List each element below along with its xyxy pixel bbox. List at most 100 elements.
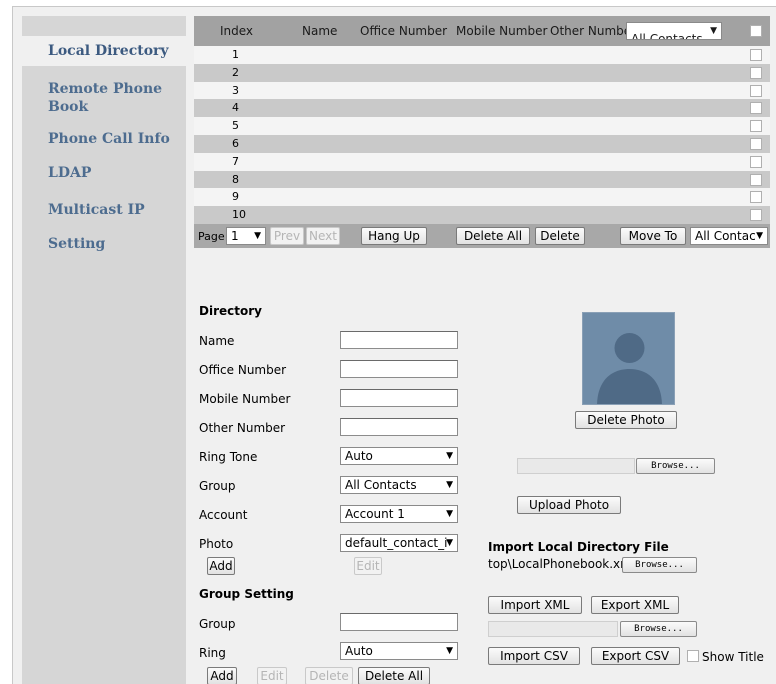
csv-browse-button[interactable]: Browse... (620, 621, 697, 637)
office-number-label: Office Number (199, 363, 287, 377)
photo-browse-button[interactable]: Browse... (636, 458, 715, 474)
page-select[interactable]: 1 ▼ (226, 226, 266, 245)
column-other-number: Other Number (550, 24, 637, 38)
other-number-label: Other Number (199, 421, 286, 435)
photo-select[interactable]: default_contact_i ▼ (340, 534, 458, 552)
export-csv-button[interactable]: Export CSV (591, 647, 680, 665)
account-label: Account (199, 508, 248, 522)
page-select-value: 1 (231, 228, 239, 243)
import-browse-button[interactable]: Browse... (622, 557, 697, 573)
pager-bar: Page 1 ▼ Prev Next Hang Up Delete All Del… (194, 223, 770, 248)
row-index: 2 (232, 65, 239, 79)
chevron-down-icon: ▼ (756, 230, 763, 241)
ring-tone-select[interactable]: Auto ▼ (340, 447, 458, 465)
sidebar-item-multicast-ip[interactable]: Multicast IP (48, 201, 145, 219)
import-xml-button[interactable]: Import XML (488, 596, 582, 614)
table-row: 8 (194, 170, 770, 189)
group-select[interactable]: All Contacts ▼ (340, 476, 458, 494)
table-header: Index Name Office Number Mobile Number O… (194, 16, 770, 46)
row-checkbox[interactable] (750, 173, 762, 186)
row-checkbox[interactable] (750, 66, 762, 79)
group-label: Group (199, 479, 236, 493)
chevron-down-icon: ▼ (446, 509, 453, 519)
row-index: 9 (232, 190, 239, 204)
delete-button[interactable]: Delete (535, 226, 585, 245)
group-ring-select[interactable]: Auto ▼ (340, 642, 458, 660)
name-field[interactable] (340, 331, 458, 349)
column-mobile-number: Mobile Number (456, 24, 548, 38)
column-name: Name (302, 24, 338, 38)
row-checkbox[interactable] (750, 209, 762, 222)
edit-group-button[interactable]: Edit (257, 667, 287, 684)
delete-group-button[interactable]: Delete (305, 667, 353, 684)
column-office-number: Office Number (360, 24, 448, 38)
next-page-button[interactable]: Next (306, 226, 340, 245)
delete-all-button[interactable]: Delete All (456, 226, 530, 245)
add-group-button[interactable]: Add (207, 667, 237, 684)
row-checkbox[interactable] (750, 137, 762, 150)
group-ring-value: Auto (345, 644, 373, 658)
sidebar-item-setting[interactable]: Setting (48, 235, 105, 253)
photo-label: Photo (199, 537, 234, 551)
group-ring-label: Ring (199, 646, 226, 660)
table-row: 3 (194, 81, 770, 100)
contact-filter-value: All Contacts (631, 32, 703, 40)
import-section-title: Import Local Directory File (488, 540, 669, 554)
csv-file-path-field[interactable] (488, 621, 618, 637)
delete-photo-button[interactable]: Delete Photo (575, 411, 677, 429)
delete-all-groups-button[interactable]: Delete All (358, 667, 430, 684)
row-index: 8 (232, 172, 239, 186)
row-index: 1 (232, 48, 239, 61)
import-csv-button[interactable]: Import CSV (488, 647, 580, 665)
sidebar-item-phone-call-info[interactable]: Phone Call Info (48, 130, 170, 148)
sidebar: Local Directory Remote Phone Book Phone … (22, 16, 186, 684)
office-number-field[interactable] (340, 360, 458, 378)
table-row: 5 (194, 117, 770, 135)
sidebar-item-remote-phone-book[interactable]: Remote Phone Book (48, 80, 178, 116)
row-checkbox[interactable] (750, 84, 762, 97)
row-checkbox[interactable] (750, 102, 762, 115)
column-index: Index (220, 24, 254, 38)
row-checkbox[interactable] (750, 49, 762, 61)
contact-filter-select[interactable]: All Contacts ▼ (626, 22, 722, 40)
contact-avatar (582, 312, 675, 405)
move-target-select[interactable]: All Contac ▼ (690, 226, 768, 245)
row-checkbox[interactable] (750, 120, 762, 133)
table-row: 2 (194, 63, 770, 82)
sidebar-item-ldap[interactable]: LDAP (48, 164, 91, 182)
ring-tone-value: Auto (345, 449, 373, 463)
row-index: 3 (232, 83, 239, 97)
ring-tone-label: Ring Tone (199, 450, 258, 464)
name-label: Name (199, 334, 235, 348)
group-name-field[interactable] (340, 613, 458, 631)
add-contact-button[interactable]: Add (207, 557, 235, 575)
chevron-down-icon: ▼ (446, 646, 453, 656)
row-checkbox[interactable] (750, 191, 762, 204)
account-value: Account 1 (345, 507, 405, 521)
row-index: 7 (232, 154, 239, 168)
directory-section-title: Directory (199, 304, 262, 318)
row-checkbox[interactable] (750, 155, 762, 168)
table-row: 1 (194, 46, 770, 64)
show-title-label: Show Title (702, 650, 764, 664)
photo-file-path-field[interactable] (517, 458, 635, 474)
hang-up-button[interactable]: Hang Up (361, 226, 427, 245)
sidebar-item-local-directory[interactable]: Local Directory (22, 36, 186, 66)
chevron-down-icon: ▼ (446, 480, 453, 490)
prev-page-button[interactable]: Prev (270, 226, 304, 245)
import-file-path-field[interactable]: top\LocalPhonebook.xml (488, 557, 622, 571)
move-to-button[interactable]: Move To (620, 226, 686, 245)
table-row: 9 (194, 188, 770, 207)
other-number-field[interactable] (340, 418, 458, 436)
edit-contact-button[interactable]: Edit (354, 557, 382, 575)
show-title-checkbox[interactable] (687, 650, 699, 662)
upload-photo-button[interactable]: Upload Photo (517, 496, 621, 514)
export-xml-button[interactable]: Export XML (591, 596, 679, 614)
select-all-checkbox[interactable] (750, 25, 762, 37)
photo-value: default_contact_i (345, 536, 448, 550)
account-select[interactable]: Account 1 ▼ (340, 505, 458, 523)
mobile-number-field[interactable] (340, 389, 458, 407)
table-row: 4 (194, 99, 770, 118)
table-row: 7 (194, 152, 770, 171)
page-label: Page (198, 229, 225, 243)
